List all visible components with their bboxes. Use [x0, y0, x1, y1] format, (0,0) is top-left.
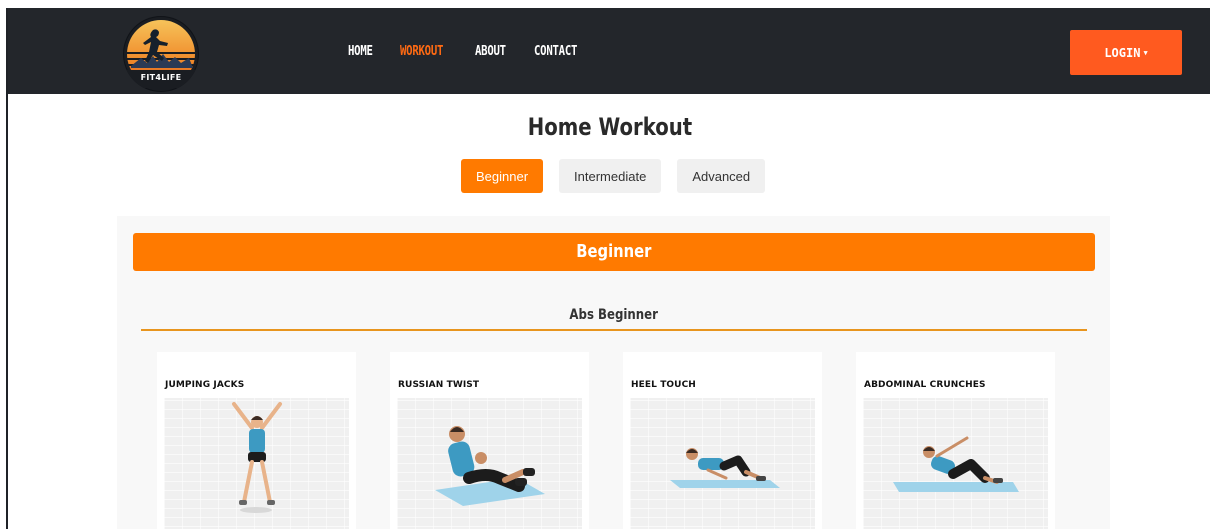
exercise-card-list: JUMPING JACKS RUSSIAN TWIST HEEL TOUCH A…	[157, 352, 1055, 529]
nav-workout-link[interactable]: WORKOUT	[400, 44, 443, 59]
navbar: FIT4LIFE HOME WORKOUT ABOUT CONTACT LOGI…	[8, 8, 1210, 94]
exercise-title: HEEL TOUCH	[631, 380, 696, 390]
exercise-title: JUMPING JACKS	[165, 380, 245, 390]
exercise-card-russian-twist[interactable]: RUSSIAN TWIST	[390, 352, 589, 529]
exercise-image	[863, 398, 1048, 529]
exercise-card-abdominal-crunches[interactable]: ABDOMINAL CRUNCHES	[856, 352, 1055, 529]
login-label: LOGIN	[1104, 45, 1141, 60]
login-dropdown-button[interactable]: LOGIN ▼	[1070, 30, 1182, 75]
level-tabs: Beginner Intermediate Advanced	[461, 159, 766, 193]
tab-beginner[interactable]: Beginner	[461, 159, 544, 193]
tab-intermediate[interactable]: Intermediate	[559, 159, 662, 193]
level-banner-label: Beginner	[576, 241, 652, 262]
brand-logo-text: FIT4LIFE	[140, 73, 182, 82]
exercise-image	[164, 398, 349, 529]
level-banner: Beginner	[133, 233, 1095, 271]
page-title: Home Workout	[527, 113, 693, 141]
exercise-title: RUSSIAN TWIST	[398, 380, 480, 390]
section-title-label: Abs Beginner	[569, 307, 659, 323]
abdominal-crunches-illustration	[893, 436, 1019, 492]
brand-logo[interactable]: FIT4LIFE	[123, 16, 199, 92]
exercise-image	[397, 398, 582, 529]
caret-down-icon: ▼	[1143, 48, 1148, 57]
section-title: Abs Beginner	[141, 307, 1087, 323]
tab-advanced[interactable]: Advanced	[677, 159, 766, 193]
jumping-jacks-illustration	[232, 402, 282, 513]
nav-home-link[interactable]: HOME	[348, 44, 373, 59]
exercise-title: ABDOMINAL CRUNCHES	[864, 380, 986, 390]
section-divider	[141, 329, 1087, 331]
exercise-image	[630, 398, 815, 529]
exercise-card-jumping-jacks[interactable]: JUMPING JACKS	[157, 352, 356, 529]
heel-touch-illustration	[670, 448, 780, 488]
nav-contact-link[interactable]: CONTACT	[534, 44, 577, 59]
exercise-card-heel-touch[interactable]: HEEL TOUCH	[623, 352, 822, 529]
workout-panel: Beginner Abs Beginner JUMPING JACKS RUSS…	[117, 216, 1110, 529]
russian-twist-illustration	[435, 426, 545, 506]
nav-about-link[interactable]: ABOUT	[475, 44, 506, 59]
main-nav: HOME WORKOUT ABOUT CONTACT	[348, 44, 587, 59]
page-frame: FIT4LIFE HOME WORKOUT ABOUT CONTACT LOGI…	[6, 8, 1210, 529]
